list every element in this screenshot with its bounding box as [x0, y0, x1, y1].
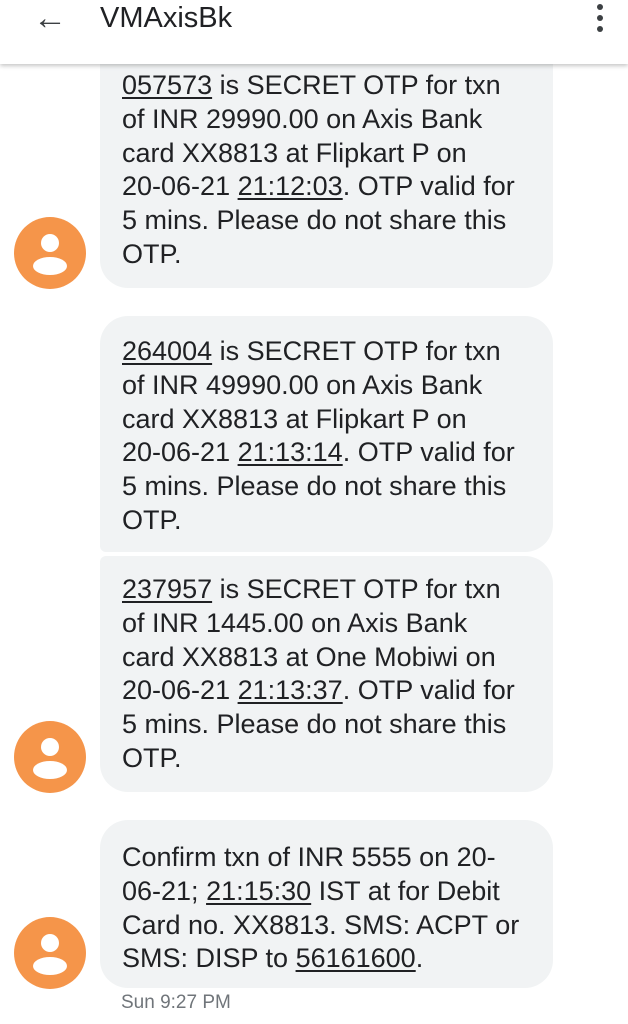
message-text: of INR 1445.00 on Axis Bank [122, 607, 468, 638]
message-text: card XX8813 at Flipkart P on [122, 403, 467, 434]
message-text: IST at for Debit [311, 875, 500, 906]
message-text: . OTP valid for [342, 675, 515, 706]
message-text: OTP. [122, 238, 182, 269]
phone-number-link[interactable]: 56161600 [296, 943, 416, 973]
message-bubble[interactable]: 264004 is SECRET OTP for txn of INR 4999… [100, 316, 553, 552]
message-text: is SECRET OTP for txn [212, 70, 501, 100]
more-vert-icon[interactable] [582, 0, 618, 36]
message-timestamp: Sun 9:27 PM [121, 992, 231, 1013]
message-text: . OTP valid for [342, 437, 515, 468]
message-text: card XX8813 at Flipkart P on [122, 137, 467, 168]
message-date: 20-06-21 [122, 675, 238, 706]
message-text: 5 mins. Please do not share this [122, 709, 507, 740]
message-bubble[interactable]: 057573 is SECRET OTP for txn of INR 2999… [100, 60, 553, 288]
time-link[interactable]: 21:13:14 [238, 437, 343, 467]
message-text: SMS: DISP to [122, 943, 296, 974]
message-date: 20-06-21 [122, 437, 238, 468]
otp-code-link[interactable]: 264004 [122, 336, 212, 366]
message-text: OTP. [122, 504, 182, 535]
conversation-title: VMAxisBk [100, 2, 233, 34]
message-text: . [415, 943, 424, 974]
message-text: is SECRET OTP for txn [212, 336, 501, 366]
time-link[interactable]: 21:15:30 [206, 876, 311, 906]
message-text: Confirm txn of INR 5555 on 20- [122, 842, 496, 872]
avatar-icon[interactable] [14, 217, 86, 289]
message-bubble[interactable]: Confirm txn of INR 5555 on 20- 06-21; 21… [100, 820, 553, 988]
message-text: card XX8813 at One Mobiwi on [122, 641, 496, 672]
otp-code-link[interactable]: 057573 [122, 70, 212, 100]
app-bar: ← VMAxisBk [0, 0, 628, 64]
message-text: is SECRET OTP for txn [212, 574, 501, 604]
avatar-icon[interactable] [14, 917, 86, 989]
message-text: of INR 29990.00 on Axis Bank [122, 103, 483, 134]
message-text: . OTP valid for [342, 171, 515, 202]
message-bubble[interactable]: 237957 is SECRET OTP for txn of INR 1445… [100, 556, 553, 792]
arrow-back-icon[interactable]: ← [22, 0, 78, 38]
message-text: 06-21; [122, 875, 207, 906]
message-text: 5 mins. Please do not share this [122, 205, 507, 236]
avatar-icon[interactable] [14, 721, 86, 793]
message-text: of INR 49990.00 on Axis Bank [122, 369, 483, 400]
otp-code-link[interactable]: 237957 [122, 574, 212, 604]
message-text: Card no. XX8813. SMS: ACPT or [122, 909, 520, 940]
message-date: 20-06-21 [122, 171, 238, 202]
time-link[interactable]: 21:13:37 [238, 675, 343, 705]
message-text: 5 mins. Please do not share this [122, 471, 507, 502]
message-text: OTP. [122, 742, 182, 773]
time-link[interactable]: 21:12:03 [238, 171, 343, 201]
